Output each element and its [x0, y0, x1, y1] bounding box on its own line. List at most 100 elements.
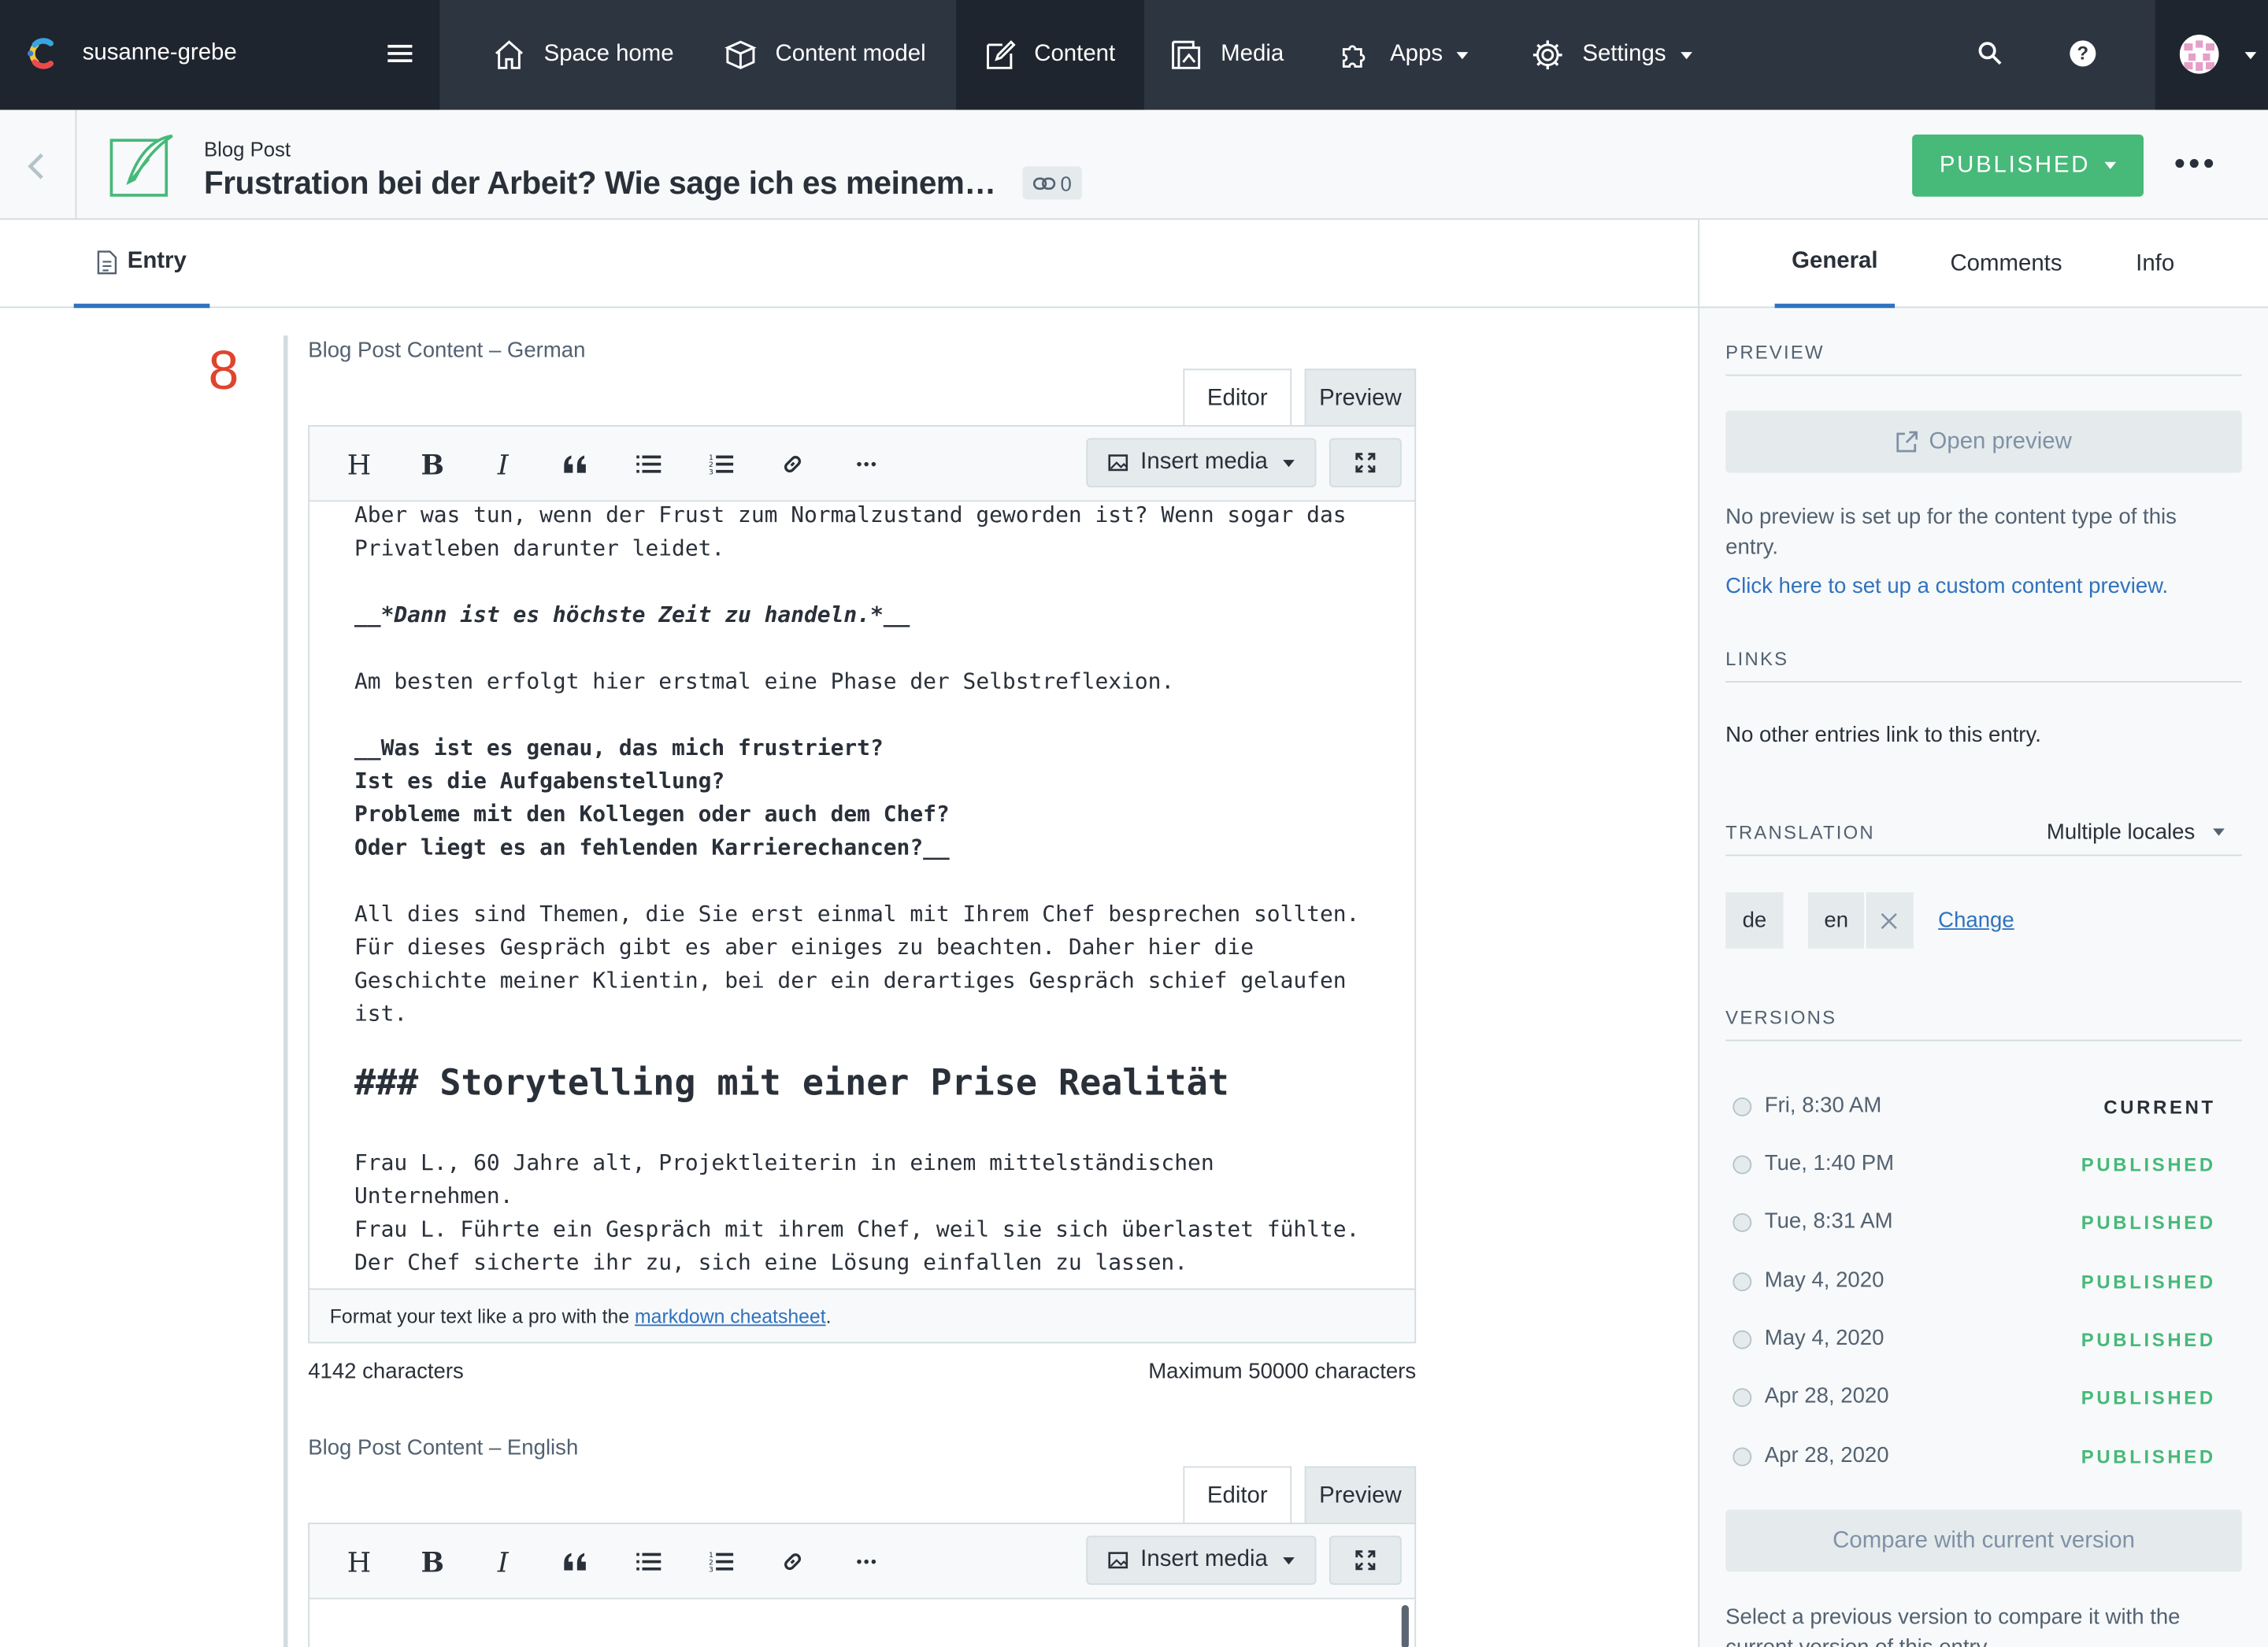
nav-content[interactable]: Content — [956, 0, 1144, 110]
editor-mode-button[interactable]: Editor — [1183, 368, 1292, 427]
text-line: ist. — [354, 1000, 408, 1027]
space-switcher[interactable]: susanne-grebe — [0, 0, 440, 110]
preview-note: No preview is set up for the content typ… — [1725, 505, 2177, 560]
version-row[interactable]: May 4, 2020 PUBLISHED — [1725, 1268, 2242, 1303]
references-badge[interactable]: 0 — [1022, 166, 1082, 200]
open-preview-button[interactable]: Open preview — [1725, 410, 2242, 473]
field-guide-line — [283, 335, 288, 1647]
version-radio[interactable] — [1732, 1447, 1752, 1467]
preview-mode-button[interactable]: Preview — [1304, 1466, 1417, 1524]
version-date: Tue, 1:40 PM — [1764, 1151, 1895, 1176]
insert-media-button[interactable]: Insert media — [1086, 1535, 1317, 1586]
tab-entry[interactable]: Entry — [73, 220, 210, 309]
nav-media[interactable]: Media — [1169, 0, 1314, 110]
chevron-down-icon — [1282, 1556, 1294, 1564]
text-line: __*Dann ist es höchste Zeit zu handeln.*… — [354, 601, 910, 628]
heading-button[interactable]: H — [347, 1547, 371, 1579]
document-icon — [97, 250, 117, 274]
expand-icon — [1355, 1550, 1376, 1571]
markdown-editor-german[interactable]: Aber was tun, wenn der Frust zum Normalz… — [308, 502, 1417, 1290]
version-radio[interactable] — [1732, 1272, 1752, 1292]
back-button[interactable] — [0, 109, 77, 220]
custom-preview-link[interactable]: Click here to set up a custom content pr… — [1725, 574, 2168, 598]
version-row[interactable]: Apr 28, 2020 PUBLISHED — [1725, 1443, 2242, 1478]
compare-version-button[interactable]: Compare with current version — [1725, 1509, 2242, 1572]
locale-select[interactable]: Multiple locales — [2047, 820, 2225, 845]
external-link-icon — [1896, 431, 1918, 453]
text-line: Geschichte meiner Klientin, bei der ein … — [354, 967, 1347, 994]
chevron-down-icon — [1282, 459, 1294, 467]
search-icon[interactable] — [1976, 39, 2005, 68]
tab-info[interactable]: Info — [2119, 220, 2192, 308]
more-icon[interactable] — [856, 1559, 876, 1564]
preview-mode-button[interactable]: Preview — [1304, 368, 1417, 427]
version-date: Apr 28, 2020 — [1764, 1383, 1889, 1408]
references-count: 0 — [1060, 171, 1072, 195]
sidebar-tabs: General Comments Info — [1699, 220, 2268, 309]
help-icon[interactable]: ? — [2070, 40, 2096, 67]
markdown-cheatsheet-link[interactable]: markdown cheatsheet — [635, 1306, 826, 1328]
gear-icon — [1532, 40, 1562, 70]
editor-mode-button[interactable]: Editor — [1183, 1466, 1292, 1524]
fullscreen-button[interactable] — [1329, 438, 1402, 487]
version-status: PUBLISHED — [2081, 1153, 2216, 1176]
svg-text:3: 3 — [709, 1565, 713, 1573]
version-status: PUBLISHED — [2081, 1445, 2216, 1468]
versions-heading: VERSIONS — [1725, 1006, 2242, 1042]
link-icon[interactable] — [781, 453, 804, 476]
close-icon[interactable] — [1881, 912, 1898, 929]
content-type-label: Blog Post — [203, 137, 291, 161]
version-status: CURRENT — [2103, 1096, 2216, 1118]
insert-media-button[interactable]: Insert media — [1086, 438, 1317, 487]
bold-button[interactable]: B — [421, 1547, 444, 1579]
nav-apps[interactable]: Apps — [1338, 0, 1497, 110]
bullet-list-icon[interactable] — [636, 1552, 662, 1572]
status-label: PUBLISHED — [1939, 152, 2091, 177]
fullscreen-button[interactable] — [1329, 1535, 1402, 1586]
nav-label: Content — [1034, 42, 1116, 67]
quote-icon[interactable] — [562, 454, 587, 475]
links-heading: LINKS — [1725, 648, 2242, 683]
version-radio[interactable] — [1732, 1097, 1752, 1116]
bullet-list-icon[interactable] — [636, 454, 662, 475]
change-locales-link[interactable]: Change — [1938, 908, 2014, 932]
numbered-list-icon[interactable]: 123 — [709, 453, 734, 476]
version-radio[interactable] — [1732, 1330, 1752, 1349]
compare-note: Select a previous version to compare it … — [1725, 1604, 2181, 1647]
italic-button[interactable]: I — [498, 1547, 509, 1579]
text-line: Unternehmen. — [354, 1183, 513, 1209]
chevron-down-icon — [2212, 828, 2225, 836]
italic-button[interactable]: I — [498, 450, 509, 481]
more-actions-icon[interactable] — [2175, 159, 2214, 168]
version-row[interactable]: Apr 28, 2020 PUBLISHED — [1725, 1384, 2242, 1419]
nav-content-model[interactable]: Content model — [723, 0, 940, 110]
hamburger-icon[interactable] — [387, 43, 413, 64]
heading-button[interactable]: H — [347, 450, 371, 481]
markdown-editor-english[interactable] — [308, 1599, 1417, 1647]
version-radio[interactable] — [1732, 1388, 1752, 1408]
nav-space-home[interactable]: Space home — [491, 0, 680, 110]
version-row[interactable]: Fri, 8:30 AM CURRENT — [1725, 1094, 2242, 1128]
text-line: Privatleben darunter leidet. — [354, 535, 725, 561]
version-row[interactable]: Tue, 1:40 PM PUBLISHED — [1725, 1151, 2242, 1186]
translation-heading-label: TRANSLATION — [1725, 821, 1875, 843]
numbered-list-icon[interactable]: 123 — [709, 1550, 734, 1573]
markdown-toolbar: H B I 123 Insert media — [308, 424, 1417, 502]
version-radio[interactable] — [1732, 1212, 1752, 1232]
version-radio[interactable] — [1732, 1155, 1752, 1175]
tab-general[interactable]: General — [1774, 220, 1896, 309]
editor-footer: Format your text like a pro with the mar… — [308, 1288, 1417, 1344]
version-row[interactable]: Tue, 8:31 AM PUBLISHED — [1725, 1208, 2242, 1243]
footer-text: Format your text like a pro with the — [329, 1305, 636, 1328]
more-icon[interactable] — [856, 461, 876, 467]
quote-icon[interactable] — [562, 1552, 587, 1572]
status-publish-button[interactable]: PUBLISHED — [1912, 134, 2144, 197]
bold-button[interactable]: B — [421, 450, 444, 481]
link-icon[interactable] — [781, 1550, 804, 1573]
scrollbar[interactable] — [1401, 1604, 1409, 1647]
tab-comments[interactable]: Comments — [1934, 220, 2079, 308]
account-menu[interactable] — [2155, 0, 2268, 110]
chevron-left-icon — [28, 153, 43, 180]
nav-settings[interactable]: Settings — [1530, 0, 1718, 110]
version-row[interactable]: May 4, 2020 PUBLISHED — [1725, 1326, 2242, 1360]
